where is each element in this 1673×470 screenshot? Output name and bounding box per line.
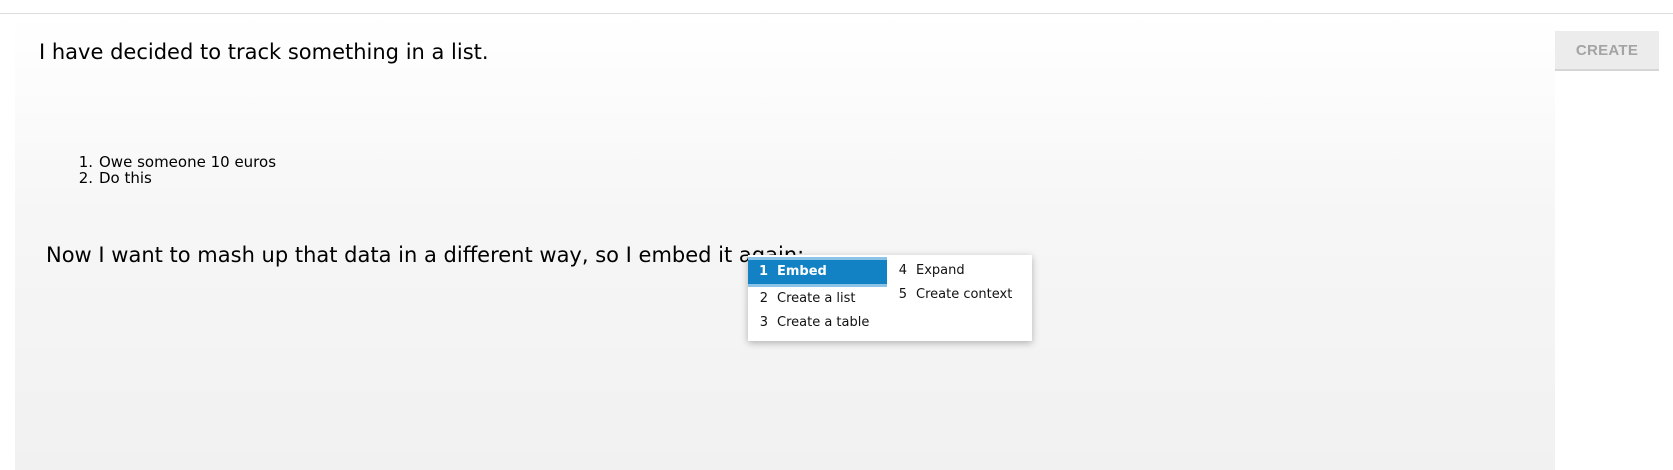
document-canvas[interactable]: I have decided to track something in a l… xyxy=(15,14,1555,470)
menu-item-label: Create a list xyxy=(777,291,856,306)
menu-item-key: 2 xyxy=(759,291,768,306)
paragraph-list-intro[interactable]: I have decided to track something in a l… xyxy=(39,40,489,64)
menu-item-create-table[interactable]: 3 Create a table xyxy=(748,311,870,335)
menu-item-key: 3 xyxy=(759,315,768,330)
list-item-text: Do this xyxy=(99,169,152,187)
menu-item-key: 5 xyxy=(898,287,907,302)
paragraph-embed-intro[interactable]: Now I want to mash up that data in a dif… xyxy=(46,243,804,267)
menu-item-label: Expand xyxy=(916,263,965,278)
create-button[interactable]: CREATE xyxy=(1555,31,1659,71)
list-item-number: 2. xyxy=(78,169,93,187)
list-item-number: 1. xyxy=(78,153,93,171)
menu-item-label: Embed xyxy=(777,264,827,279)
tracked-list: 1. Owe someone 10 euros 2. Do this xyxy=(71,154,276,186)
list-item[interactable]: 2. Do this xyxy=(71,170,276,186)
menu-item-create-list[interactable]: 2 Create a list xyxy=(748,287,856,311)
menu-item-label: Create context xyxy=(916,287,1013,302)
menu-item-create-context[interactable]: 5 Create context xyxy=(887,283,1013,307)
embed-action-menu: 1 Embed 2 Create a list 3 Create a table 4E… xyxy=(748,255,1032,341)
top-divider xyxy=(0,0,1673,14)
menu-item-key: 4 xyxy=(898,263,907,278)
menu-item-key: 1 xyxy=(758,264,768,279)
list-item[interactable]: 1. Owe someone 10 euros xyxy=(71,154,276,170)
menu-item-expand[interactable]: 4 Expand xyxy=(887,259,965,283)
menu-item-embed[interactable]: 1 Embed xyxy=(748,257,887,287)
menu-item-label: Create a table xyxy=(777,315,870,330)
